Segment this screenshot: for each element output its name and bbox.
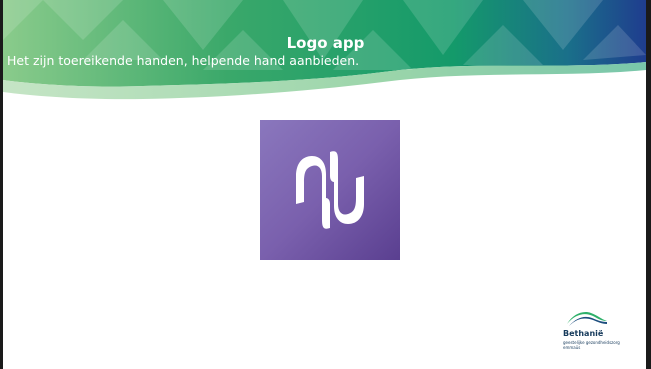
slide: Logo app Het zijn toereikende handen, he… <box>0 0 651 369</box>
hands-logo-icon <box>260 120 400 260</box>
bethanie-wave-icon <box>567 312 607 326</box>
frame-border-right <box>646 0 651 369</box>
slide-title: Logo app <box>286 34 365 52</box>
brand-tagline-secondary: emmaüs <box>563 345 581 350</box>
bethanie-logo: Bethanië geestelijke gezondheidszorg emm… <box>563 310 633 360</box>
frame-border-left <box>0 0 3 369</box>
slide-subtitle: Het zijn toereikende handen, helpende ha… <box>7 53 360 68</box>
app-logo <box>260 120 400 260</box>
brand-name: Bethanië <box>563 329 604 338</box>
